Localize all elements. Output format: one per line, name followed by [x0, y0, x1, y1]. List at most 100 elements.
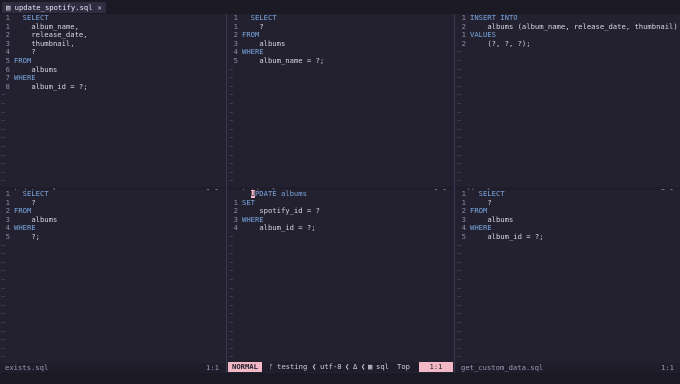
empty-line-marker: ~	[1, 107, 6, 117]
sql-code: album_id = ?;	[259, 223, 316, 233]
empty-line-marker: ~	[1, 90, 6, 100]
empty-line-marker: ~	[457, 124, 462, 134]
code-lines[interactable]: 1 SELECT 1 ? 2 FROM 3 albums 4 WHERE 5 album_na…	[228, 14, 453, 186]
text-cursor: U	[250, 190, 255, 198]
code-line[interactable]: 1 ?	[456, 198, 680, 208]
empty-line-marker: ~	[229, 309, 234, 319]
empty-line-marker: ~	[457, 167, 462, 177]
sql-code: ?	[31, 197, 36, 207]
empty-line-marker: ~	[229, 274, 234, 284]
empty-line-marker: ~	[229, 107, 234, 117]
empty-line-marker: ~	[229, 90, 234, 100]
empty-line-marker: ~	[229, 176, 234, 186]
empty-line-marker: ~	[457, 326, 462, 336]
empty-line-marker: ~	[1, 150, 6, 160]
empty-line-marker: ~	[457, 343, 462, 353]
code-lines[interactable]: 1 SELECT 1 ? 2 FROM 3 albums 4 WHERE 5 ?; ~ ~ ~ ~ ~ ~…	[0, 190, 225, 362]
tabline: ▤ update_spotify.sql ✕	[0, 0, 680, 14]
sql-keyword: SELECT	[250, 14, 277, 22]
vertical-split[interactable]	[226, 14, 227, 373]
empty-line-marker: ~	[1, 292, 6, 302]
empty-line-marker: ~	[457, 317, 462, 327]
empty-line-marker: ~	[229, 81, 234, 91]
statusline: NORMAL ᚠ testing ❮ utf-8 ❮ Δ ❮ ▦ sql Top…	[228, 362, 453, 372]
empty-line-marker: ~	[1, 176, 6, 186]
empty-line-marker: ~	[457, 309, 462, 319]
cursor-position: 1:1	[419, 362, 453, 372]
editor-pane-update[interactable]: UPDATE albums 1 SET 2 spotify_id = ? 3 WHERE 4…	[228, 190, 453, 362]
code-line[interactable]: 5 album_id = ?;	[456, 231, 680, 242]
chevron-left-icon: ❮	[312, 362, 317, 371]
empty-line-marker: ~	[457, 159, 462, 169]
sql-keyword: INSERT INTO	[470, 14, 518, 22]
code-line[interactable]: 1 ?	[0, 197, 225, 208]
empty-line-marker: ~	[457, 47, 462, 57]
editor-pane-get-id[interactable]: 1 SELECT 1 ? 2 FROM 3 albums 4 WHERE 5 album_na…	[228, 14, 453, 197]
close-icon[interactable]: ✕	[98, 3, 102, 12]
vertical-split[interactable]	[454, 14, 455, 373]
code-line[interactable]: 5 ?;	[0, 232, 225, 242]
empty-line-marker: ~	[229, 167, 234, 177]
empty-line-marker: ~	[229, 300, 234, 310]
empty-line-marker: ~	[229, 326, 234, 336]
code-lines[interactable]: 1 INSERT INTO 2 albums (album_name, releas…	[456, 14, 680, 186]
empty-line-marker: ~	[1, 326, 6, 336]
sql-keyword: FROM	[242, 30, 260, 40]
code-line[interactable]: 1 ?	[228, 22, 453, 32]
git-branch-icon: ᚠ	[269, 362, 274, 371]
pane-filename: exists.sql	[5, 363, 49, 372]
pane-statusline[interactable]: get_custom_data.sql 1:1	[456, 363, 680, 373]
tab-update-spotify[interactable]: ▤ update_spotify.sql ✕	[2, 2, 106, 13]
file-icon: ▤	[6, 3, 15, 12]
empty-line-marker: ~	[229, 292, 234, 302]
empty-line-marker: ~	[457, 73, 462, 83]
empty-line-marker: ~	[229, 352, 234, 362]
code-line[interactable]: 4 ?	[0, 48, 225, 57]
sql-code: album_id = ?;	[31, 81, 88, 91]
editor-pane-exists[interactable]: 1 SELECT 1 ? 2 FROM 3 albums 4 WHERE 5 ?; ~ ~ ~ ~ ~ ~…	[0, 190, 225, 373]
code-lines[interactable]: 1 SELECT 1 album_name, 2 release_date, 3 th…	[0, 14, 225, 186]
sql-code: albums (album_name, release_date, thumbn…	[487, 21, 678, 31]
code-lines[interactable]: 1 SELECT 1 ? 2 FROM 3 albums 4 WHERE 5 album_id…	[456, 190, 680, 362]
code-line[interactable]: 4 album_id = ?;	[228, 224, 453, 233]
empty-line-marker: ~	[229, 240, 234, 250]
pane-cursor-position: 1:1	[661, 363, 674, 372]
empty-line-marker: ~	[1, 141, 6, 151]
code-line[interactable]: 5 album_name = ?;	[228, 56, 453, 66]
editor-pane-get-custom-data[interactable]: 1 SELECT 1 ? 2 FROM 3 albums 4 WHERE 5 album_id…	[456, 190, 680, 373]
editor-pane-get-data[interactable]: 1 SELECT 1 album_name, 2 release_date, 3 th…	[0, 14, 225, 197]
linux-icon: Δ	[353, 362, 358, 371]
editor-pane-add[interactable]: 1 INSERT INTO 2 albums (album_name, releas…	[456, 14, 680, 197]
empty-line-marker: ~	[229, 343, 234, 353]
code-line[interactable]: 8 album_id = ?;	[0, 81, 225, 92]
empty-line-marker: ~	[1, 352, 6, 362]
code-line[interactable]: UPDATE albums	[228, 190, 453, 199]
empty-line-marker: ~	[229, 335, 234, 345]
sql-keyword: VALUES	[470, 30, 496, 40]
empty-line-marker: ~	[457, 274, 462, 284]
command-line[interactable]	[0, 373, 680, 384]
empty-line-marker: ~	[457, 116, 462, 126]
empty-line-marker: ~	[229, 73, 234, 83]
code-lines[interactable]: UPDATE albums 1 SET 2 spotify_id = ? 3 WHERE 4…	[228, 190, 453, 362]
pane-cursor-position: 1:1	[206, 363, 219, 372]
sql-code: (?, ?, ?);	[487, 38, 531, 48]
empty-line-marker: ~	[457, 352, 462, 362]
pane-statusline[interactable]: exists.sql 1:1	[0, 363, 225, 373]
empty-line-marker: ~	[457, 81, 462, 91]
sql-code: album_id = ?;	[487, 231, 544, 241]
sql-keyword: UPDATE albums	[250, 190, 307, 198]
code-line[interactable]: 2 (?, ?, ?);	[456, 38, 680, 49]
empty-line-marker: ~	[1, 309, 6, 319]
empty-line-marker: ~	[457, 141, 462, 151]
sql-code: thumbnail,	[31, 38, 75, 48]
empty-line-marker: ~	[229, 133, 234, 143]
